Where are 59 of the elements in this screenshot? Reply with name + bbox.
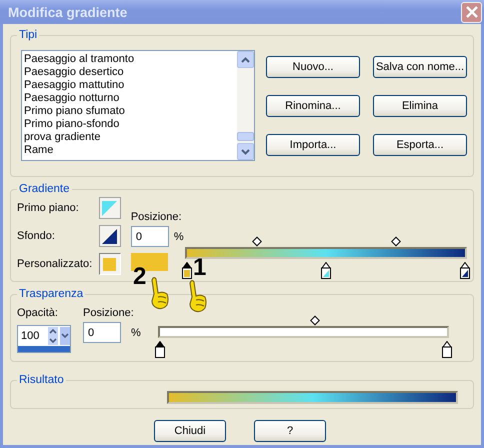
color-stop-marker[interactable]: [442, 341, 452, 358]
dialog-button[interactable]: Importa...: [266, 134, 360, 156]
color-swatch-button[interactable]: [98, 197, 121, 219]
list-item[interactable]: Rame: [24, 144, 235, 157]
group-label: Trasparenza: [18, 288, 84, 300]
position-field[interactable]: 0: [83, 322, 121, 343]
group-label: Risultato: [18, 374, 65, 386]
color-stop-marker[interactable]: [321, 262, 332, 279]
list-item[interactable]: Primo piano sfumato: [24, 105, 235, 118]
close-icon: [466, 6, 478, 18]
scroll-down-button[interactable]: [237, 143, 254, 160]
swatch-label: Primo piano:: [17, 202, 79, 214]
scroll-up-button[interactable]: [237, 51, 254, 68]
pointing-hand-icon: [187, 280, 207, 314]
color-stop-marker[interactable]: [182, 262, 192, 279]
dialog-button[interactable]: Elimina: [373, 95, 467, 117]
scrollbar[interactable]: [237, 51, 254, 160]
percent-label: %: [131, 326, 141, 338]
list-item[interactable]: Primo piano-sfondo: [24, 118, 235, 131]
position-label: Posizione:: [130, 211, 183, 223]
annotation-number: 1: [193, 256, 206, 280]
annotation-number: 2: [133, 265, 146, 289]
opacity-label: Opacità:: [17, 307, 59, 319]
group-label: Gradiente: [18, 183, 71, 195]
scroll-thumb[interactable]: [237, 132, 254, 141]
group-label: Tipi: [18, 29, 38, 41]
percent-label: %: [174, 230, 184, 242]
opacity-slider-fill[interactable]: [18, 346, 70, 352]
midpoint-marker[interactable]: [390, 236, 400, 246]
list-item[interactable]: Paesaggio desertico: [24, 66, 235, 79]
color-swatch-button[interactable]: [98, 253, 121, 275]
color-stop-marker[interactable]: [460, 262, 470, 279]
close-button[interactable]: [461, 2, 482, 22]
dialog-button[interactable]: ?: [254, 420, 326, 442]
opacity-spinner[interactable]: 100: [17, 325, 71, 353]
dialog-button[interactable]: Esporta...: [373, 134, 467, 156]
opacity-value: 100: [21, 330, 40, 342]
dialog-button[interactable]: Salva con nome...: [373, 56, 467, 78]
pointing-hand-icon: [149, 277, 169, 311]
midpoint-marker[interactable]: [252, 236, 262, 246]
color-swatch-button[interactable]: [98, 225, 121, 247]
position-field[interactable]: 0: [130, 226, 169, 247]
dialog-button[interactable]: Chiudi: [154, 420, 226, 442]
window-title: Modifica gradiente: [8, 4, 128, 20]
list-item[interactable]: Paesaggio mattutino: [24, 79, 235, 92]
midpoint-marker[interactable]: [310, 316, 320, 326]
list-item[interactable]: prova gradiente: [24, 131, 235, 144]
dialog-button[interactable]: Nuovo...: [266, 56, 360, 78]
position-label: Posizione:: [83, 307, 134, 319]
swatch-label: Personalizzato:: [17, 258, 92, 270]
list-item[interactable]: Paesaggio al tramonto: [24, 53, 235, 66]
gradient-list[interactable]: Paesaggio al tramonto Paesaggio desertico Paesaggio mattutino Paesaggio notturno Primo piano sfumato Primo piano-sfondo prova gradiente Rame: [21, 50, 255, 161]
dialog-button[interactable]: Rinomina...: [266, 95, 360, 117]
chevron-down-icon: [241, 148, 250, 154]
spin-arrows-icon: [48, 326, 70, 346]
color-stop-marker[interactable]: [155, 341, 165, 358]
list-item[interactable]: Paesaggio notturno: [24, 92, 235, 105]
chevron-up-icon: [241, 56, 250, 62]
swatch-label: Sfondo:: [17, 230, 55, 242]
